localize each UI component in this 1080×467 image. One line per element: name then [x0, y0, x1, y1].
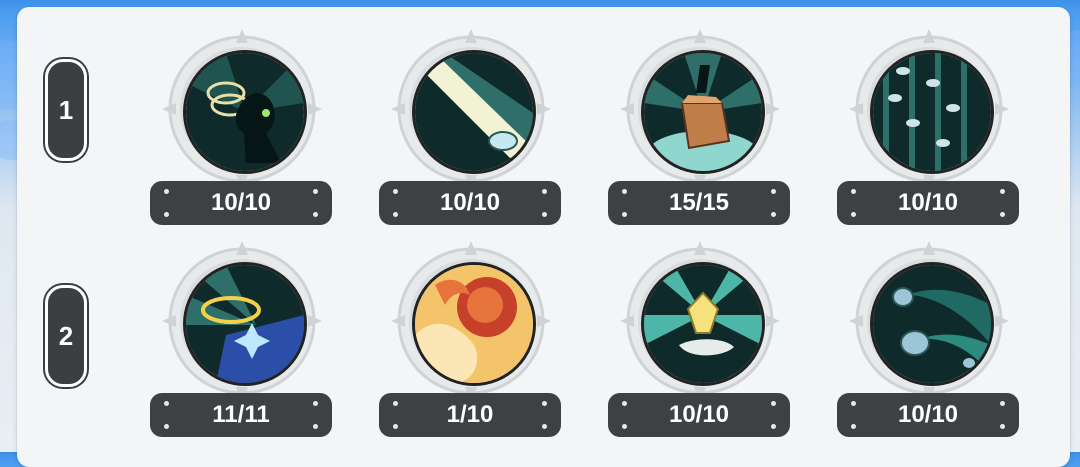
row-number: 2: [58, 320, 74, 351]
progress-badge: 10/10: [379, 181, 561, 225]
comet-coins-icon: [870, 262, 994, 386]
progress-badge: 10/10: [608, 393, 790, 437]
row-number: 1: [58, 94, 74, 125]
row-label-2: 2: [45, 285, 87, 387]
progress-badge: 10/10: [150, 181, 332, 225]
skill-slot-1-3[interactable]: 15/15: [608, 29, 792, 239]
progress-badge: 10/10: [837, 393, 1019, 437]
skill-slot-2-4[interactable]: 10/10: [837, 241, 1021, 451]
progress-count: 10/10: [210, 189, 272, 216]
progress-count: 10/10: [897, 189, 959, 216]
progress-badge: 15/15: [608, 181, 790, 225]
skill-slot-1-2[interactable]: 10/10: [379, 29, 563, 239]
skill-slot-1-4[interactable]: 10/10: [837, 29, 1021, 239]
progress-badge: 1/10: [379, 393, 561, 437]
progress-count: 11/11: [212, 401, 270, 428]
halo-wing-icon: [183, 262, 307, 386]
fire-blast-icon: [412, 262, 536, 386]
skill-slot-2-1[interactable]: 11/11: [150, 241, 334, 451]
progress-count: 10/10: [439, 189, 501, 216]
skill-slot-2-2[interactable]: 1/10: [379, 241, 563, 451]
light-beam-capsule-icon: [412, 50, 536, 174]
skill-slot-1-1[interactable]: 10/10: [150, 29, 334, 239]
progress-badge: 10/10: [837, 181, 1019, 225]
crystal-hand-icon: [641, 262, 765, 386]
progress-badge: 11/11: [150, 393, 332, 437]
coin-rain-icon: [870, 50, 994, 174]
progress-count: 15/15: [668, 189, 730, 216]
skill-grid-panel: 1 10/10 10/10 15/15 10/10 2 11/11 1/10 1…: [17, 7, 1070, 467]
rings-silhouette-icon: [183, 50, 307, 174]
progress-count: 10/10: [897, 401, 959, 428]
wooden-block-icon: [641, 50, 765, 174]
progress-count: 10/10: [668, 401, 730, 428]
skill-slot-2-3[interactable]: 10/10: [608, 241, 792, 451]
progress-count: 1/10: [446, 401, 494, 428]
row-label-1: 1: [45, 59, 87, 161]
